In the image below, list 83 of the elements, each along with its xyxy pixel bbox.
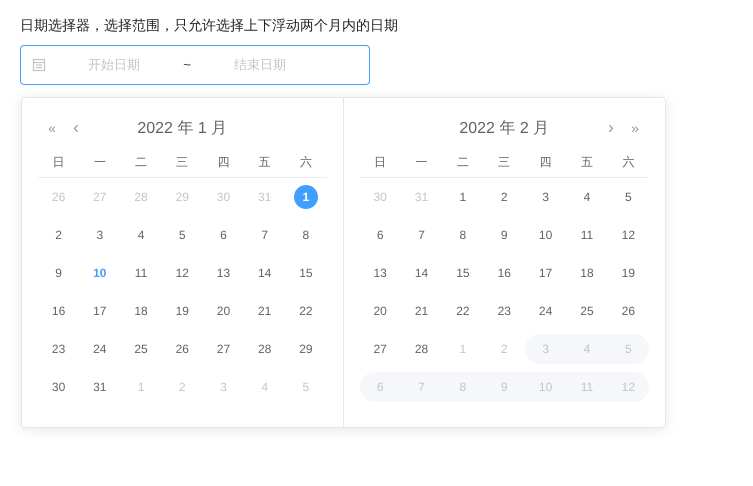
date-number[interactable]: 27 [216, 340, 230, 358]
date-number[interactable]: 15 [299, 264, 313, 282]
date-number[interactable]: 16 [498, 264, 511, 282]
date-number[interactable]: 5 [178, 226, 186, 244]
date-number[interactable]: 1 [460, 188, 466, 206]
month-title: 2022 年 2 月 [459, 119, 550, 139]
date-number[interactable]: 16 [52, 302, 66, 320]
weekday-label: 五 [580, 154, 593, 170]
date-number[interactable]: 2 [55, 226, 62, 244]
weekday-label: 三 [498, 154, 510, 170]
date-number[interactable]: 13 [373, 264, 387, 282]
date-number[interactable]: 10 [538, 226, 552, 244]
date-number[interactable]: 4 [138, 226, 144, 244]
date-number[interactable]: 12 [176, 264, 189, 282]
weekday-label: 四 [217, 154, 230, 170]
date-number[interactable]: 11 [580, 226, 594, 244]
date-number[interactable]: 20 [216, 302, 230, 320]
date-number[interactable]: 13 [216, 264, 230, 282]
date-number[interactable]: 22 [456, 302, 470, 320]
month-title: 2022 年 1 月 [137, 119, 228, 139]
date-number[interactable]: 24 [93, 340, 106, 358]
date-number[interactable]: 2 [500, 188, 508, 206]
date-number[interactable]: 25 [580, 302, 594, 320]
previous-month-button[interactable]: ‹ [68, 118, 84, 138]
date-number[interactable]: 11 [134, 264, 148, 282]
date-number[interactable]: 4 [584, 188, 590, 206]
date-number[interactable]: 6 [376, 226, 384, 244]
date-number[interactable]: 26 [622, 302, 635, 320]
next-year-button[interactable]: » [627, 118, 643, 138]
date-number[interactable]: 30 [52, 378, 66, 396]
date-number[interactable]: 15 [456, 264, 470, 282]
date-number[interactable]: 31 [93, 378, 106, 396]
date-number[interactable]: 26 [176, 340, 189, 358]
weekday-label: 日 [52, 154, 65, 170]
date-number[interactable]: 18 [580, 264, 594, 282]
weekday-label: 日 [374, 154, 386, 170]
date-number[interactable]: 28 [414, 340, 428, 358]
date-number[interactable]: 3 [96, 226, 104, 244]
date-number[interactable]: 19 [622, 264, 635, 282]
date-number[interactable]: 24 [538, 302, 552, 320]
range-separator: ~ [182, 56, 192, 74]
date-number[interactable]: 17 [93, 302, 106, 320]
date-number[interactable]: 12 [622, 226, 635, 244]
date-number[interactable]: 22 [299, 302, 313, 320]
date-number[interactable]: 7 [418, 226, 425, 244]
next-month-button[interactable]: › [603, 118, 619, 138]
weekday-label: 六 [300, 154, 312, 170]
date-number[interactable]: 21 [258, 302, 272, 320]
weekday-label: 六 [622, 154, 634, 170]
date-number[interactable]: 9 [500, 226, 508, 244]
weekday-label: 一 [94, 154, 106, 170]
date-number[interactable]: 21 [414, 302, 428, 320]
date-number[interactable]: 6 [220, 226, 227, 244]
date-number[interactable]: 19 [176, 302, 189, 320]
date-number[interactable]: 17 [538, 264, 552, 282]
date-number[interactable]: 5 [624, 188, 632, 206]
date-number[interactable]: 8 [302, 226, 310, 244]
weekday-label: 二 [135, 154, 148, 170]
date-number[interactable]: 14 [258, 264, 272, 282]
date-number[interactable]: 28 [258, 340, 272, 358]
weekday-label: 四 [540, 154, 552, 170]
date-number[interactable]: 29 [299, 340, 313, 358]
start-date-input[interactable]: 开始日期 [59, 55, 169, 75]
date-number[interactable]: 3 [542, 188, 549, 206]
end-date-input[interactable]: 结束日期 [205, 55, 315, 75]
date-number[interactable]: 8 [460, 226, 466, 244]
weekday-label: 二 [456, 154, 469, 170]
calendar-icon [32, 58, 46, 72]
date-number[interactable]: 9 [55, 264, 62, 282]
weekday-label: 一 [416, 154, 428, 170]
weekday-label: 三 [176, 154, 188, 170]
date-range-field[interactable]: 开始日期 ~ 结束日期 [20, 45, 370, 85]
date-number[interactable]: 25 [134, 340, 148, 358]
date-number[interactable]: 27 [373, 340, 387, 358]
date-number[interactable]: 14 [414, 264, 428, 282]
date-number[interactable]: 23 [52, 340, 66, 358]
date-number[interactable]: 20 [373, 302, 387, 320]
date-number[interactable]: 23 [498, 302, 511, 320]
page-heading: 日期选择器，选择范围，只允许选择上下浮动两个月内的日期 [20, 16, 398, 35]
previous-year-button[interactable]: « [44, 118, 60, 138]
date-number[interactable]: 7 [261, 226, 268, 244]
weekday-label: 五 [258, 154, 271, 170]
date-number[interactable]: 18 [134, 302, 148, 320]
